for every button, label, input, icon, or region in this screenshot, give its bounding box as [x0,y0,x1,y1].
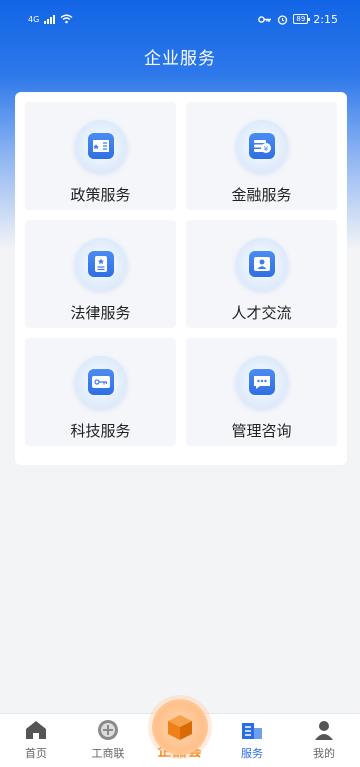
home-icon [24,718,48,742]
key-icon [258,15,272,23]
tab-chamber-label: 工商联 [91,747,125,760]
signal-icon [44,14,56,24]
law-icon-circle [74,238,127,290]
policy-book-icon [87,133,114,159]
service-label: 科技服务 [70,422,131,440]
consult-icon-circle [235,356,288,408]
tab-chamber[interactable]: 工商联 [78,718,138,761]
tab-center[interactable]: 企品荟 [150,699,210,761]
finance-coin-icon: ¥ [248,133,275,159]
clock-time: 2:15 [313,12,338,26]
tab-mine[interactable]: 我的 [294,718,354,761]
tab-services-label: 服务 [241,747,263,760]
service-card-finance[interactable]: ¥ 金融服务 [186,102,337,210]
status-right: 89 2:15 [258,13,338,26]
tech-connect-icon [87,369,114,395]
center-bubble [152,699,208,755]
network-type: 4G [28,14,40,24]
tech-icon-circle [74,356,127,408]
service-label: 金融服务 [231,186,292,204]
service-card-tech[interactable]: 科技服务 [25,338,176,446]
bottom-tab-bar: 首页 工商联 企品荟 服务 [0,699,360,767]
policy-icon-circle [74,120,127,172]
status-left: 4G [28,14,73,24]
service-label: 管理咨询 [231,422,292,440]
service-label: 人才交流 [231,304,292,322]
wifi-icon [60,14,73,24]
tab-mine-label: 我的 [313,747,335,760]
tab-home-label: 首页 [25,747,47,760]
chamber-logo-icon [96,718,120,742]
box-icon [168,715,192,740]
law-document-icon [87,251,114,277]
building-icon [240,718,264,742]
service-card-law[interactable]: 法律服务 [25,220,176,328]
status-bar: 4G 89 2:15 [0,0,360,38]
user-icon [312,718,336,742]
consult-chat-icon [248,369,275,395]
svg-text:¥: ¥ [263,145,268,153]
services-grid: 政策服务 ¥ 金融服务 法律服务 人才交流 科技服务 管理咨询 [15,92,347,465]
tab-home[interactable]: 首页 [6,718,66,761]
service-card-policy[interactable]: 政策服务 [25,102,176,210]
service-label: 政策服务 [70,186,131,204]
talent-icon-circle [235,238,288,290]
talent-person-icon [248,251,275,277]
finance-icon-circle: ¥ [235,120,288,172]
page-title: 企业服务 [144,49,216,69]
service-card-consult[interactable]: 管理咨询 [186,338,337,446]
tab-services[interactable]: 服务 [222,718,282,761]
service-card-talent[interactable]: 人才交流 [186,220,337,328]
battery-icon: 89 [293,14,311,24]
alarm-icon [278,14,288,25]
service-label: 法律服务 [70,304,131,322]
